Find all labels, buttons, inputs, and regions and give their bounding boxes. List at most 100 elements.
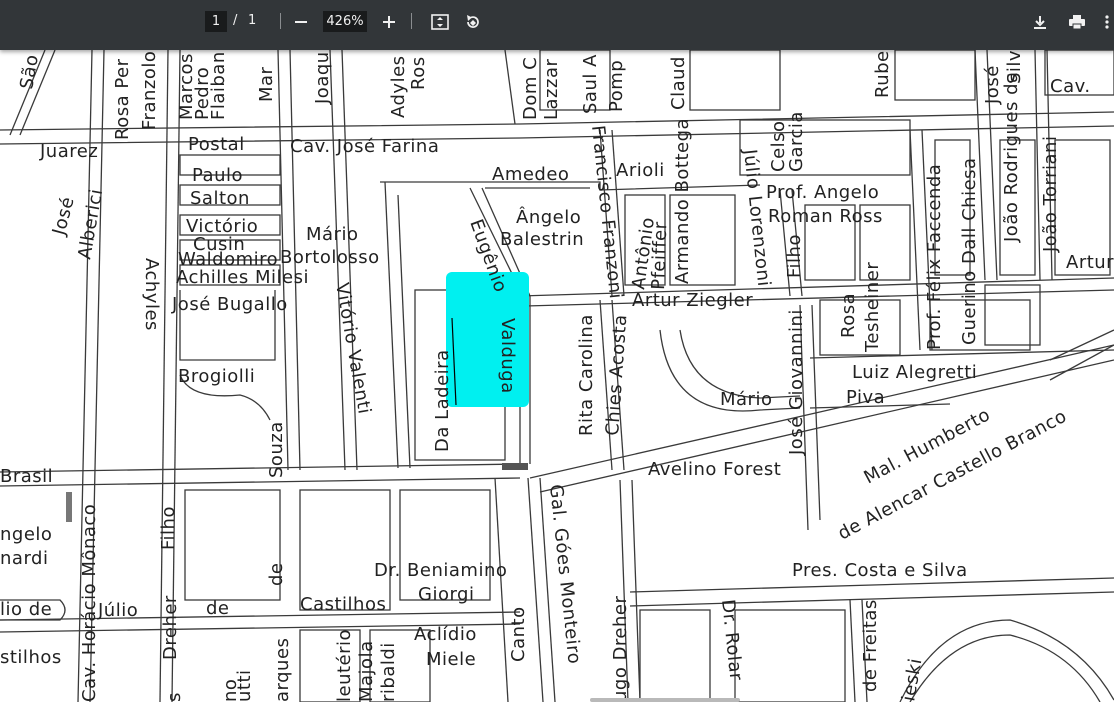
street-label: Claud: [668, 56, 689, 110]
street-label: Filho: [158, 506, 179, 550]
street-label: Majola: [356, 640, 377, 702]
street-label: Castilhos: [300, 594, 386, 615]
street-label: nardi: [0, 548, 48, 569]
more-icon[interactable]: [1100, 9, 1114, 35]
street-label: Prof. Angelo: [766, 182, 879, 203]
street-label: Lazzar: [541, 59, 562, 120]
street-label: Flaiban: [208, 51, 229, 120]
street-label: s: [164, 692, 185, 702]
street-label: Saul A: [580, 54, 601, 114]
street-label: Cav. José Farina: [290, 136, 439, 157]
street-label: Tesheiner: [862, 262, 883, 353]
street-label: arques: [272, 638, 293, 702]
street-label: Giorgi: [418, 584, 474, 605]
print-icon[interactable]: [1064, 9, 1090, 35]
street-label: ribaldi: [378, 642, 399, 702]
street-label: São: [16, 53, 43, 91]
street-label: Aclídio: [414, 624, 477, 645]
street-label: Pres. Costa e Silva: [792, 560, 968, 581]
street-label: Juarez: [39, 141, 98, 162]
zoom-out-icon[interactable]: [288, 9, 314, 35]
street-label: Rosa: [838, 293, 859, 338]
toolbar-divider: [411, 13, 412, 29]
street-label: Adyles: [388, 55, 409, 118]
street-label: ugo Dreher: [610, 596, 631, 702]
street-label: Mário: [306, 224, 358, 245]
street-label: Dr. Rolar: [717, 598, 746, 682]
zoom-level-input[interactable]: 426%: [323, 11, 367, 32]
street-label: stilhos: [0, 647, 62, 668]
street-label: Achyles: [141, 258, 162, 331]
street-label: Francisco Franzoni: [587, 124, 626, 300]
street-label: Avelino Forest: [648, 459, 781, 480]
street-label: Pomp: [606, 60, 627, 112]
street-label: Achilles Milesi: [176, 267, 309, 288]
street-label: lio de: [0, 599, 52, 620]
street-label: Ângelo: [516, 206, 581, 228]
street-label: de: [266, 563, 287, 587]
street-label: Roman Ross: [768, 206, 883, 227]
street-label: leutério: [334, 629, 355, 702]
page-separator: /: [233, 13, 238, 28]
horizontal-scrollbar[interactable]: [590, 698, 740, 702]
street-label: Rube: [872, 50, 893, 98]
street-label: Dreher: [160, 595, 181, 660]
lot-marker: [502, 463, 528, 470]
street-label: José Bugallo: [171, 294, 288, 315]
street-label: José: [982, 65, 1003, 105]
street-label: João Rodrigues da: [1001, 71, 1022, 243]
street-label: Alberici: [74, 187, 107, 261]
zoom-in-icon[interactable]: [376, 9, 402, 35]
street-label: Amedeo: [492, 164, 569, 185]
street-label: Brogiolli: [178, 366, 255, 387]
street-label: Brasil: [0, 466, 53, 487]
street-label: Miele: [426, 649, 476, 670]
street-label: Luiz Alegretti: [852, 362, 977, 383]
street-label: Valduga: [497, 318, 518, 394]
street-label: Chies Acosta: [602, 314, 631, 437]
page-total: 1: [248, 13, 257, 28]
street-label: Piva: [846, 387, 885, 408]
street-label: Mário: [720, 389, 772, 410]
street-label: Balestrin: [500, 229, 584, 250]
page-number-input[interactable]: 1: [205, 11, 227, 32]
street-label: Rosa Per: [112, 58, 133, 140]
street-label: Artur Ziegler: [632, 290, 753, 311]
street-label: Salton: [190, 188, 250, 209]
street-label: de: [206, 598, 230, 619]
street-label: Guerino Dall Chiesa: [959, 157, 980, 345]
map-page[interactable]: São Rosa Per Franzolos Marcos Pedro Flai…: [0, 50, 1114, 702]
street-label: Dom C: [520, 57, 541, 120]
street-label: Júlio: [97, 600, 138, 621]
street-label: Vitório Valenti: [331, 281, 375, 416]
street-label: Rita Carolina: [576, 314, 597, 436]
street-label: Mar: [256, 66, 277, 102]
toolbar-divider: [280, 13, 281, 29]
street-label: José Giovannini: [786, 309, 807, 456]
street-label: Souza: [266, 421, 287, 478]
street-label: Dr. Beniamino: [374, 560, 507, 581]
street-label: José: [48, 194, 79, 238]
street-label: de Freitas: [860, 599, 881, 692]
street-label: Ros: [408, 56, 429, 90]
street-label: Arioli: [616, 160, 665, 181]
street-label: Franzolos: [139, 50, 160, 130]
street-label: Armando Bottega: [672, 118, 693, 284]
street-label: Canto: [508, 606, 529, 662]
street-label: ngelo: [0, 524, 52, 545]
download-icon[interactable]: [1027, 9, 1053, 35]
street-label: Cav.: [1050, 76, 1091, 97]
lot-marker: [66, 492, 72, 522]
fit-page-icon[interactable]: [427, 9, 453, 35]
street-label: Filho: [784, 234, 805, 278]
street-label: Paulo: [192, 165, 243, 186]
street-label: João Torriani: [1040, 136, 1061, 253]
street-label: Joaqu: [312, 51, 333, 105]
street-label: Prof. Félix Faccenda: [924, 164, 945, 350]
street-label: Da Ladeira: [432, 349, 453, 452]
street-label: Postal: [188, 134, 245, 155]
rotate-icon[interactable]: [460, 9, 486, 35]
pdf-toolbar: 1 / 1 426%: [0, 0, 1114, 50]
street-label: Cav. Horácio Mônaco: [79, 504, 100, 702]
street-label: Artur: [1066, 252, 1114, 273]
